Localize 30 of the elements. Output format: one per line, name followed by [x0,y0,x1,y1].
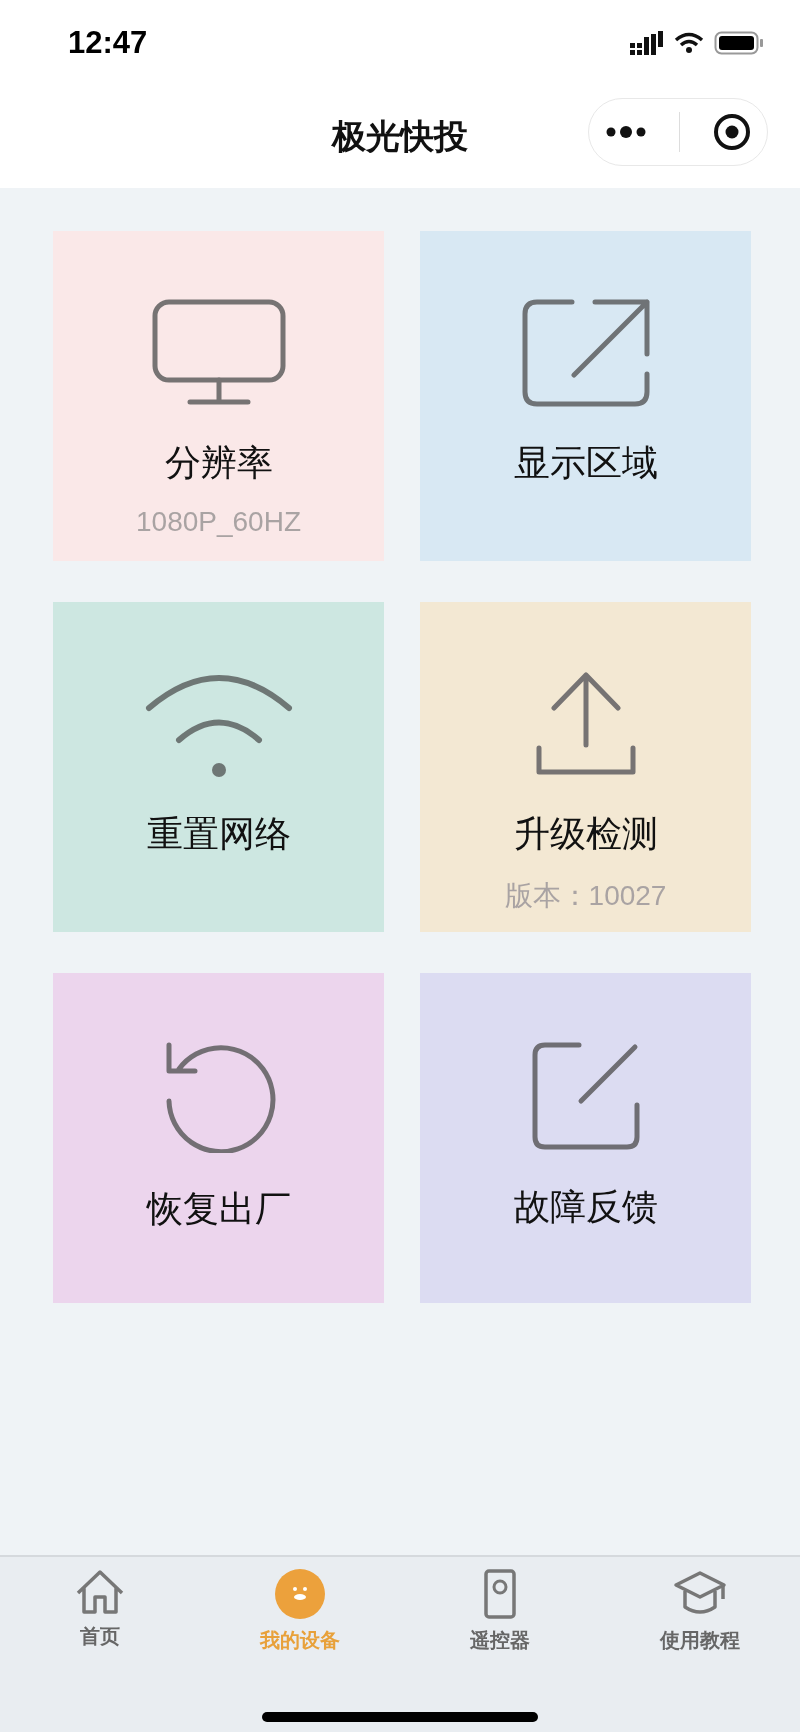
feature-card[interactable]: 故障反馈 [420,973,751,1303]
battery-icon [714,31,764,55]
card-title: 重置网络 [146,812,291,856]
card-title: 升级检测 [513,812,658,856]
card-title: 显示区域 [513,441,658,485]
tab-item[interactable]: 首页 [0,1569,200,1654]
home-icon [75,1569,125,1615]
card-subtitle: 1080P_60HZ [136,506,301,538]
tab-item[interactable]: 使用教程 [600,1569,800,1654]
feature-card[interactable]: 重置网络 [53,602,384,932]
edit-icon [530,1041,641,1151]
status-time: 12:47 [68,25,148,61]
feature-card[interactable]: 分辨率 1080P_60HZ [53,231,384,561]
feature-card[interactable]: 显示区域 [420,231,751,561]
monitor-icon [151,299,286,407]
share-icon [521,299,650,407]
card-title: 分辨率 [164,441,273,485]
wifi-icon [674,32,704,54]
more-icon[interactable] [605,125,648,139]
signal-icon [630,31,664,55]
card-title: 故障反馈 [513,1185,658,1229]
smiley-icon [275,1569,325,1619]
feature-card[interactable]: 恢复出厂 [53,973,384,1303]
tab-item[interactable]: 遥控器 [400,1569,600,1654]
card-title: 恢复出厂 [146,1187,291,1231]
feature-card[interactable]: 升级检测 版本：10027 [420,602,751,932]
remote-icon [484,1569,516,1619]
page-title: 极光快投 [332,115,468,158]
close-target-icon[interactable] [712,113,751,151]
card-subtitle: 版本：10027 [504,879,667,913]
